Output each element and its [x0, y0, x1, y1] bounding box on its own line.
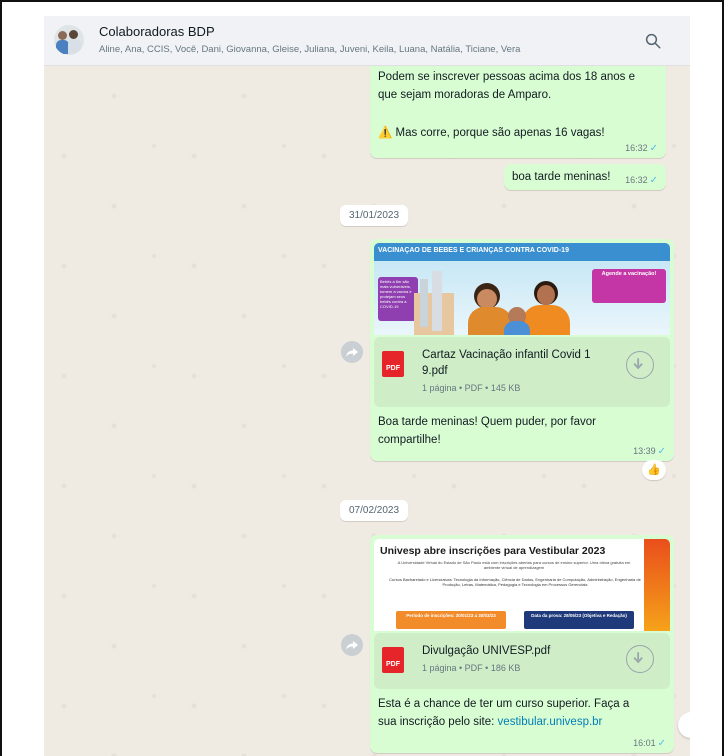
document-preview[interactable]: VACINAÇÃO DE BEBÊS E CRIANÇAS CONTRA COV… [374, 243, 670, 335]
poster-title: VACINAÇÃO DE BEBÊS E CRIANÇAS CONTRA COV… [378, 247, 569, 254]
forward-button[interactable] [341, 341, 363, 363]
document-preview[interactable]: Univesp abre inscrições para Vestibular … [374, 539, 670, 631]
read-tick-icon: ✓ [657, 446, 666, 457]
document-message[interactable]: VACINAÇÃO DE BEBÊS E CRIANÇAS CONTRA COV… [370, 239, 674, 461]
read-tick-icon: ✓ [649, 143, 658, 154]
group-members: Aline, Ana, CCIS, Você, Dani, Giovanna, … [99, 44, 521, 55]
download-arrow-icon [633, 652, 643, 664]
chat-header[interactable]: Colaboradoras BDP Aline, Ana, CCIS, Você… [44, 16, 690, 66]
poster-subtitle: A Universidade Virtual do Estado de São … [397, 560, 631, 570]
document-meta: 1 página • PDF • 145 KB [422, 383, 521, 393]
group-avatar[interactable] [54, 25, 84, 55]
message-time: 16:32 ✓ [625, 143, 658, 154]
message-text: Mas corre, porque são apenas 16 vagas! [395, 127, 605, 139]
website-link[interactable]: vestibular.univesp.br [498, 716, 603, 728]
poster-callout: Agende a vacinação! [601, 271, 657, 277]
message-time: 16:32 ✓ [625, 175, 658, 186]
poster-title: Univesp abre inscrições para Vestibular … [380, 545, 606, 557]
forward-button[interactable] [341, 634, 363, 656]
date-separator: 07/02/2023 [340, 500, 409, 521]
reaction-badge[interactable]: 👍 [642, 460, 666, 480]
message-time: 16:01 ✓ [633, 738, 666, 749]
message-time: 13:39 ✓ [633, 446, 666, 457]
document-name: Cartaz Vacinação infantil Covid 1 [422, 349, 591, 361]
download-arrow-icon [633, 358, 643, 370]
message-text: Podem se inscrever pessoas acima dos 18 … [378, 71, 635, 83]
date-separator: 31/01/2023 [340, 205, 409, 226]
document-row[interactable]: PDF Cartaz Vacinação infantil Covid 1 9.… [374, 337, 670, 407]
search-icon[interactable] [644, 32, 662, 50]
message-caption-cont: sua inscrição pelo site: vestibular.univ… [378, 716, 603, 728]
pdf-file-icon: PDF [382, 647, 404, 673]
message-text: boa tarde meninas! [512, 171, 611, 183]
document-message[interactable]: Univesp abre inscrições para Vestibular … [370, 535, 674, 753]
poster-left-text: Bebês a 6m são mais vulneráveis, tomem a… [380, 279, 412, 309]
chat-window: Colaboradoras BDP Aline, Ana, CCIS, Você… [44, 16, 690, 756]
download-button[interactable] [626, 351, 654, 379]
document-row[interactable]: PDF Divulgação UNIVESP.pdf 1 página • PD… [374, 633, 670, 689]
forward-icon [346, 348, 358, 357]
poster-period: Período de inscrições: 30/01/23 a 30/03/… [406, 613, 496, 618]
message-caption: Esta é a chance de ter um curso superior… [378, 698, 630, 710]
group-name[interactable]: Colaboradoras BDP [99, 24, 215, 39]
message-text: que sejam moradoras de Amparo. [378, 89, 552, 101]
document-name-cont: 9.pdf [422, 365, 448, 377]
read-tick-icon: ✓ [649, 175, 658, 186]
poster-exam: Data da prova: 28/05/23 (Objetiva e Reda… [531, 613, 627, 618]
message-caption: Boa tarde meninas! Quem puder, por favor [378, 416, 596, 428]
document-name: Divulgação UNIVESP.pdf [422, 645, 551, 657]
download-button[interactable] [626, 645, 654, 673]
warning-line: ⚠️ Mas corre, porque são apenas 16 vagas… [378, 124, 605, 142]
message-caption-cont: compartilhe! [378, 434, 441, 446]
forward-icon [346, 641, 358, 650]
pdf-file-icon: PDF [382, 351, 404, 377]
message-bubble[interactable]: boa tarde meninas! 16:32 ✓ [504, 164, 666, 190]
read-tick-icon: ✓ [657, 738, 666, 749]
poster-courses: Cursos Bacharelado e Licenciatura: Tecno… [389, 577, 641, 587]
warning-icon: ⚠️ [378, 127, 393, 139]
message-bubble[interactable]: Podem se inscrever pessoas acima dos 18 … [370, 56, 666, 158]
document-meta: 1 página • PDF • 186 KB [422, 663, 521, 673]
